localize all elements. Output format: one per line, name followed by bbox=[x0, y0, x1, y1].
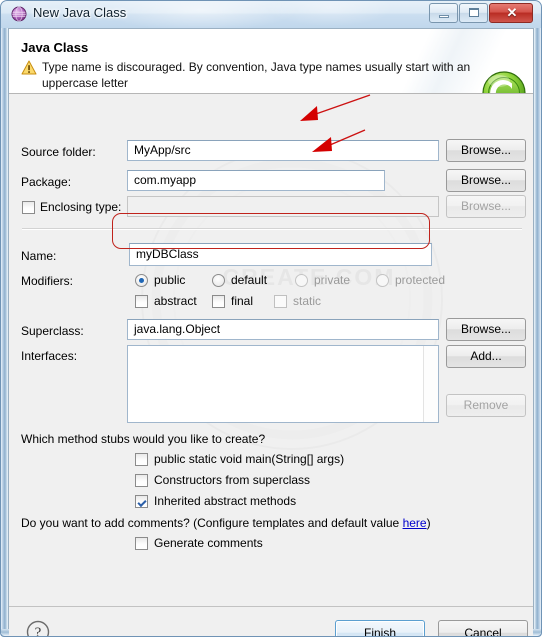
superclass-label: Superclass: bbox=[21, 324, 84, 338]
modifier-label-static: static bbox=[293, 294, 322, 308]
help-question-icon[interactable]: ? bbox=[26, 620, 50, 637]
interfaces-label: Interfaces: bbox=[21, 349, 78, 363]
modifier-label-public: public bbox=[154, 273, 186, 287]
modifier-label-abstract: abstract bbox=[154, 294, 197, 308]
window-frame-left bbox=[1, 28, 8, 634]
source-folder-label: Source folder: bbox=[21, 145, 96, 159]
interfaces-scrollbar[interactable] bbox=[423, 346, 438, 422]
modifier-checkbox-static bbox=[274, 295, 287, 308]
stub-checkbox-main[interactable] bbox=[135, 453, 148, 466]
source-folder-browse-button[interactable]: Browse... bbox=[446, 139, 526, 162]
package-input[interactable]: com.myapp bbox=[127, 170, 385, 191]
superclass-input[interactable]: java.lang.Object bbox=[127, 319, 439, 340]
stub-checkbox-constructors[interactable] bbox=[135, 474, 148, 487]
interfaces-add-button[interactable]: Add... bbox=[446, 345, 526, 368]
stub-label-main: public static void main(String[] args) bbox=[154, 452, 345, 466]
dialog-window: New Java Class ✕ Java Class Type name is… bbox=[0, 0, 542, 637]
modifier-checkbox-final[interactable] bbox=[212, 295, 225, 308]
modifiers-label: Modifiers: bbox=[21, 274, 74, 288]
title-bar: New Java Class ✕ bbox=[0, 0, 542, 28]
name-label: Name: bbox=[21, 249, 57, 263]
minimize-button[interactable] bbox=[429, 3, 458, 23]
stub-label-constructors: Constructors from superclass bbox=[154, 473, 311, 487]
comments-question-suffix: ) bbox=[426, 516, 431, 530]
page-title: Java Class bbox=[21, 40, 89, 55]
source-folder-input[interactable]: MyApp/src bbox=[127, 140, 439, 161]
separator-1 bbox=[22, 228, 522, 230]
package-browse-button[interactable]: Browse... bbox=[446, 169, 526, 192]
close-button[interactable]: ✕ bbox=[489, 3, 533, 23]
modifier-radio-protected bbox=[376, 274, 389, 287]
generate-comments-label: Generate comments bbox=[154, 536, 263, 550]
package-label: Package: bbox=[21, 175, 72, 189]
dialog-client-area: Java Class Type name is discouraged. By … bbox=[8, 28, 534, 637]
superclass-browse-button[interactable]: Browse... bbox=[446, 318, 526, 341]
enclosing-type-label: Enclosing type: bbox=[40, 200, 122, 214]
cancel-button[interactable]: Cancel bbox=[438, 620, 528, 637]
green-class-c-icon bbox=[481, 70, 527, 93]
modifier-label-protected: protected bbox=[395, 273, 446, 287]
modifier-radio-default[interactable] bbox=[212, 274, 225, 287]
generate-comments-checkbox[interactable] bbox=[135, 537, 148, 550]
modifier-label-final: final bbox=[231, 294, 254, 308]
configure-templates-link[interactable]: here bbox=[403, 516, 427, 530]
modifier-label-private: private bbox=[314, 273, 351, 287]
modifier-radio-public[interactable] bbox=[135, 274, 148, 287]
warning-triangle-icon bbox=[21, 60, 37, 75]
modifier-radio-private bbox=[295, 274, 308, 287]
svg-text:?: ? bbox=[35, 625, 42, 637]
modifier-label-default: default bbox=[231, 273, 268, 287]
java-package-sphere-icon bbox=[11, 6, 27, 22]
warning-message: Type name is discouraged. By convention,… bbox=[42, 60, 471, 90]
maximize-button[interactable] bbox=[459, 3, 488, 23]
modifier-checkbox-abstract[interactable] bbox=[135, 295, 148, 308]
comments-question-text: Do you want to add comments? (Configure … bbox=[21, 516, 403, 530]
comments-question: Do you want to add comments? (Configure … bbox=[21, 516, 431, 530]
enclosing-type-input bbox=[127, 196, 439, 217]
wizard-header: Java Class Type name is discouraged. By … bbox=[9, 29, 533, 94]
dialog-footer: ? Finish Cancel bbox=[9, 606, 533, 637]
name-input[interactable]: myDBClass bbox=[129, 243, 432, 266]
close-icon: ✕ bbox=[506, 5, 518, 20]
enclosing-type-browse-button: Browse... bbox=[446, 195, 526, 218]
stub-checkbox-inherited[interactable] bbox=[135, 495, 148, 508]
interfaces-remove-button: Remove bbox=[446, 394, 526, 417]
enclosing-type-checkbox[interactable] bbox=[22, 201, 35, 214]
stub-label-inherited: Inherited abstract methods bbox=[154, 494, 297, 508]
window-title: New Java Class bbox=[33, 5, 127, 20]
wizard-body: CREATE.COM Version 2009 Source folder: M… bbox=[9, 94, 533, 606]
finish-button[interactable]: Finish bbox=[335, 620, 425, 637]
method-stubs-question: Which method stubs would you like to cre… bbox=[21, 432, 266, 446]
interfaces-list[interactable] bbox=[127, 345, 439, 423]
window-frame-right bbox=[534, 28, 541, 634]
